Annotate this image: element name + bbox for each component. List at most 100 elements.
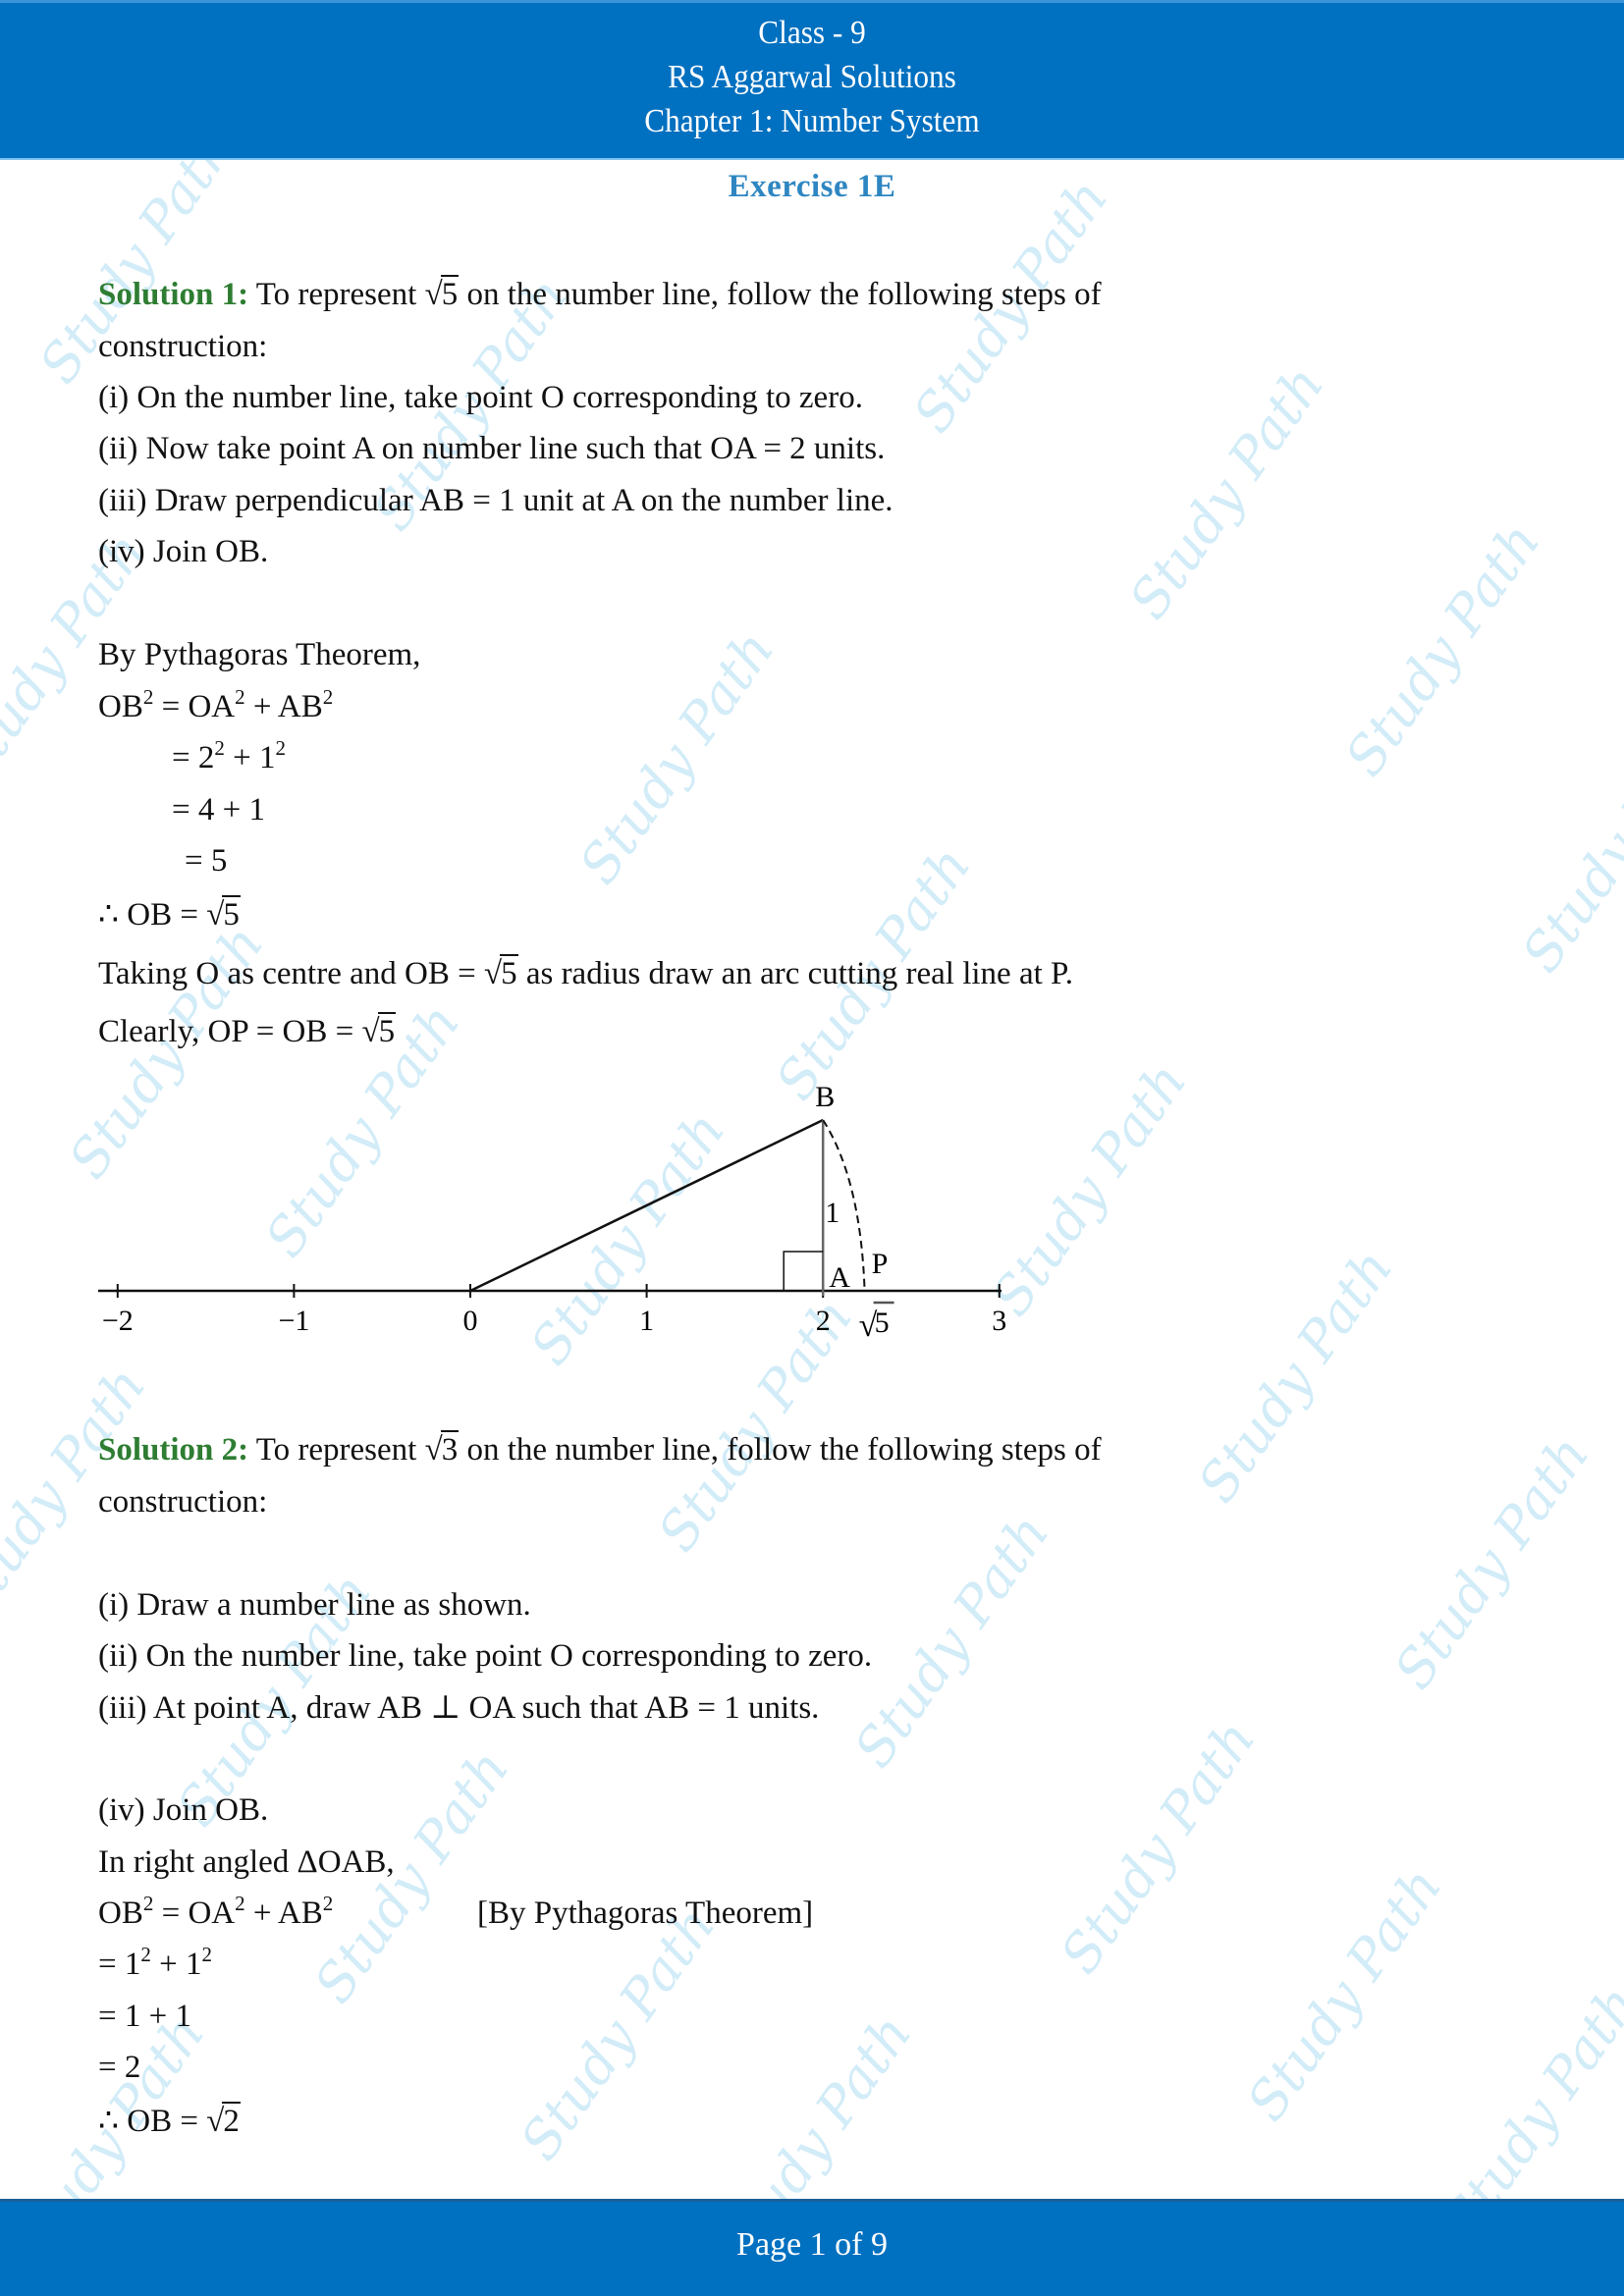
watermark: Study Path — [567, 619, 786, 895]
equation-line: OB2 = OA2 + AB2 — [98, 687, 333, 726]
arc-construction-line: Taking O as centre and OB = √5 as radius… — [98, 954, 1073, 993]
sqrt-expression: √3 — [425, 1430, 460, 1469]
pythagoras-heading: By Pythagoras Theorem, — [98, 637, 421, 672]
solution-2-label: Solution 2: — [98, 1432, 249, 1468]
radicand: 5 — [222, 895, 241, 933]
solution-1-intro-cont: construction: — [98, 329, 268, 364]
sqrt-expression: √5 — [425, 275, 460, 314]
page-number: Page 1 of 9 — [736, 2226, 888, 2263]
superscript: 2 — [142, 685, 154, 709]
solution-2-step: (iii) At point A, draw AB ⊥ OA such that… — [98, 1690, 820, 1726]
conclusion-line: ∴ OB = √2 — [98, 2102, 241, 2141]
page-header: Class - 9 RS Aggarwal Solutions Chapter … — [0, 0, 1624, 160]
text: Clearly, OP = OB = — [98, 1014, 362, 1049]
equation-line: = 12 + 12 — [98, 1945, 212, 1984]
radical-icon: √ — [424, 277, 443, 312]
superscript: 2 — [235, 685, 245, 709]
text: Taking O as centre and OB = — [98, 956, 484, 991]
watermark: Study Path — [1381, 1424, 1601, 1700]
text: on the number line, follow the following… — [459, 1432, 1102, 1468]
page-footer: Page 1 of 9 — [0, 2199, 1624, 2296]
solution-1-step: (i) On the number line, take point O cor… — [98, 380, 863, 415]
text: as radius draw an arc cutting real line … — [517, 956, 1073, 991]
solution-1-step: (ii) Now take point A on number line suc… — [98, 431, 886, 466]
watermark: Study Path — [508, 1896, 728, 2171]
tick-label: 2 — [816, 1305, 831, 1337]
equation-line: = 1 + 1 — [98, 1999, 191, 2034]
segment-ob — [469, 1118, 824, 1293]
superscript: 2 — [201, 1943, 213, 1966]
text: To represent — [255, 1432, 425, 1468]
solution-2-intro-cont: construction: — [98, 1484, 268, 1520]
tick-label: 0 — [463, 1305, 478, 1337]
solution-2-step: (ii) On the number line, take point O co… — [98, 1638, 873, 1674]
sqrt-expression: √2 — [206, 2102, 241, 2141]
side-label-ab: 1 — [825, 1197, 839, 1229]
text: = 2 — [172, 740, 215, 775]
watermark: Study Path — [1509, 708, 1624, 984]
solution-1-step: (iii) Draw perpendicular AB = 1 unit at … — [98, 483, 893, 518]
equation-line: = 22 + 12 — [172, 738, 286, 777]
solution-1-label: Solution 1: — [98, 277, 249, 312]
text: = OA — [153, 1896, 236, 1931]
watermark: Study Path — [1185, 1238, 1405, 1514]
solution-2-step: (iv) Join OB. — [98, 1792, 269, 1828]
watermark: Study Path — [1234, 1856, 1454, 2132]
sqrt-expression: √5 — [484, 954, 518, 993]
sqrt-expression: √5 — [362, 1012, 397, 1051]
superscript: 2 — [235, 1892, 245, 1915]
number-line-diagram: −2 −1 0 1 2 3 B A P 1 √ 5 — [98, 1081, 1006, 1344]
equation-line: = 2 — [98, 2050, 141, 2085]
text: To represent — [255, 277, 425, 312]
radicand: 3 — [440, 1430, 460, 1468]
superscript: 2 — [214, 736, 225, 760]
point-label-a: A — [829, 1261, 850, 1294]
sqrt-expression: √5 — [206, 895, 241, 934]
text: = 1 — [98, 1947, 141, 1982]
solution-1-step: (iv) Join OB. — [98, 534, 269, 569]
superscript: 2 — [275, 736, 287, 760]
watermark: Study Path — [1116, 354, 1336, 630]
text: ∴ OB = — [98, 2104, 207, 2139]
equation-note: [By Pythagoras Theorem] — [477, 1896, 814, 1931]
header-chapter: Chapter 1: Number System — [644, 103, 980, 139]
radical-icon: √ — [361, 1014, 380, 1049]
radicand: 2 — [222, 2102, 241, 2139]
triangle-line: In right angled ΔOAB, — [98, 1844, 395, 1880]
text: + AB — [244, 689, 323, 724]
text: + AB — [244, 1896, 323, 1931]
text: OB — [98, 1896, 143, 1931]
watermark: Study Path — [1332, 511, 1552, 787]
sqrt5-label: 5 — [875, 1307, 890, 1339]
conclusion-line: ∴ OB = √5 — [98, 895, 241, 934]
header-class: Class - 9 — [758, 15, 866, 51]
superscript: 2 — [140, 1943, 151, 1966]
watermark: Study Path — [841, 1503, 1061, 1779]
header-book-title: RS Aggarwal Solutions — [668, 59, 956, 95]
clearly-line: Clearly, OP = OB = √5 — [98, 1012, 397, 1051]
exercise-title: Exercise 1E — [728, 169, 896, 204]
radicand: 5 — [500, 954, 518, 991]
tick-label: 1 — [639, 1305, 654, 1337]
radical-icon: √ — [424, 1432, 443, 1468]
point-label-p: P — [872, 1248, 889, 1280]
solution-2-intro: Solution 2: To represent √3 on the numbe… — [98, 1430, 1102, 1469]
solution-2-step: (i) Draw a number line as shown. — [98, 1587, 531, 1623]
superscript: 2 — [322, 1892, 334, 1915]
text: = OA — [153, 689, 236, 724]
tick-label: −2 — [102, 1305, 134, 1337]
equation-line: = 4 + 1 — [172, 792, 265, 828]
tick-label: −1 — [278, 1305, 309, 1337]
text: + 1 — [150, 1947, 202, 1982]
watermark: Study Path — [1048, 1709, 1268, 1985]
solution-1-intro: Solution 1: To represent √5 on the numbe… — [98, 275, 1102, 314]
right-angle-marker — [783, 1251, 824, 1291]
text: + 1 — [224, 740, 276, 775]
tick-label: 3 — [992, 1305, 1006, 1337]
text: ∴ OB = — [98, 897, 207, 933]
superscript: 2 — [322, 685, 334, 709]
radicand: 5 — [440, 275, 460, 312]
text: on the number line, follow the following… — [459, 277, 1102, 312]
equation-line: = 5 — [185, 843, 228, 879]
equation-line: OB2 = OA2 + AB2 — [98, 1894, 333, 1933]
